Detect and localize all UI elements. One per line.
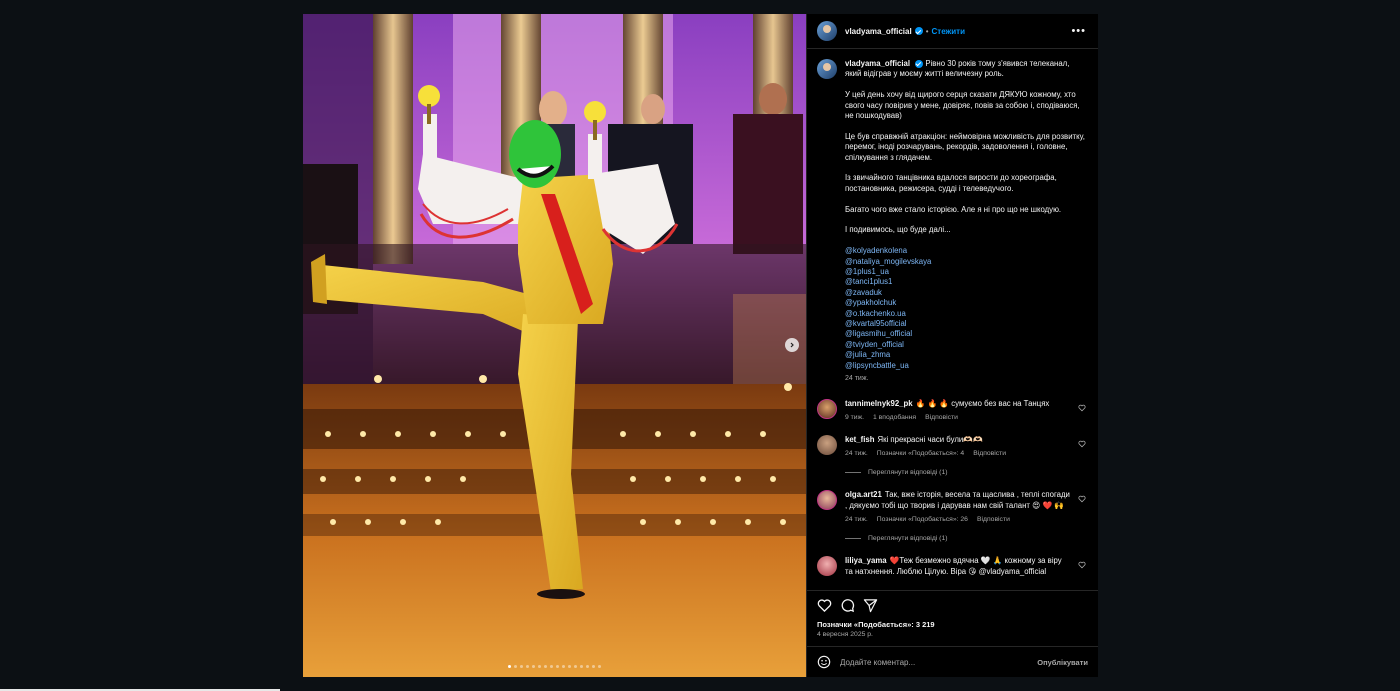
mention-link[interactable]: @zavaduk [845,288,1086,298]
mention-link[interactable]: @ypakholchuk [845,298,1086,308]
comment-timestamp[interactable]: 24 тиж. [845,516,868,523]
post-modal: vladyama_official • Стежити ••• vladyama… [303,14,1098,677]
comment-username[interactable]: ket_fish [845,435,874,444]
caption-paragraph: Це був справжній атракціон: неймовірна м… [845,131,1085,162]
comment-likes-count[interactable]: 1 вподобання [873,414,916,421]
carousel-dot[interactable] [580,665,583,668]
caption-paragraph: Із звичайного танцівника вдалося вирости… [845,173,1057,193]
author-username[interactable]: vladyama_official [845,27,912,36]
carousel-dot[interactable] [574,665,577,668]
publish-button[interactable]: Опублікувати [1037,658,1088,667]
avatar[interactable] [817,59,837,79]
reply-button[interactable]: Відповісти [977,516,1010,523]
mention-link[interactable]: @nataliya_mogilevskaya [845,257,1086,267]
comment-username[interactable]: tannimelnyk92_pk [845,399,913,408]
mention-link[interactable]: @o.tkachenko.ua [845,309,1086,319]
reply-button[interactable]: Відповісти [925,414,958,421]
more-horizontal-icon[interactable]: ••• [1071,25,1086,37]
heart-outline-icon[interactable] [1078,561,1086,569]
comment-timestamp[interactable]: 9 тиж. [845,414,864,421]
next-slide-button[interactable] [785,338,799,352]
carousel-dot[interactable] [556,665,559,668]
caption-paragraph: У цей день хочу від щирого серця сказати… [845,90,1080,121]
carousel-dot[interactable] [550,665,553,668]
verified-badge-icon [915,59,924,68]
carousel-dot[interactable] [520,665,523,668]
heart-outline-icon[interactable] [1078,404,1086,412]
mention-link[interactable]: @ligasmihu_official [845,329,1086,339]
carousel-dot[interactable] [532,665,535,668]
separator-dot: • [925,26,929,36]
comment-text: Які прекрасні часи були🫶🏻🫶🏻 [877,434,983,444]
reply-button[interactable]: Відповісти [973,450,1006,457]
mention-link[interactable]: @kolyadenkolena [845,246,1086,256]
avatar[interactable] [817,21,837,41]
caption-timestamp[interactable]: 24 тиж. [845,374,1086,384]
carousel-dot[interactable] [562,665,565,668]
carousel-dot[interactable] [538,665,541,668]
post-actions [807,590,1098,620]
carousel-dot[interactable] [514,665,517,668]
avatar[interactable] [817,556,837,577]
mention-link[interactable]: @tanci1plus1 [845,277,1086,287]
comment-item: tannimelnyk92_pk 🔥 🔥 🔥 сумуємо без вас на… [817,398,1086,421]
comments-scroll-area[interactable]: vladyama_official Рівно 30 років тому з'… [807,49,1098,590]
caption-tags: @kolyadenkolena @nataliya_mogilevskaya @… [845,246,1086,371]
carousel-dot[interactable] [568,665,571,668]
post-media[interactable] [303,14,806,677]
mention-link[interactable]: @lipsyncbattle_ua [845,361,1086,371]
mention-link[interactable]: @1plus1_ua [845,267,1086,277]
comment-item: liliya_yama ❤️Теж безмежно вдячна 🤍 🙏 кож… [817,556,1086,577]
share-icon[interactable] [863,598,878,613]
mention-link[interactable]: @julia_zhma [845,350,1086,360]
avatar[interactable] [817,434,837,455]
avatar[interactable] [817,398,837,419]
post-photo [303,14,806,677]
avatar[interactable] [817,490,837,511]
view-replies-button[interactable]: Переглянути відповіді (1) [845,469,1086,476]
caption-paragraph: І подивимось, що буде далі... [845,225,951,235]
comment-username[interactable]: olga.art21 [845,490,882,499]
mention-link[interactable]: @tviyden_official [845,340,1086,350]
heart-outline-icon[interactable] [817,598,832,613]
comment-likes-count[interactable]: Позначки «Подобається»: 4 [877,450,964,457]
chevron-right-icon [790,342,794,348]
verified-badge-icon [914,27,923,35]
carousel-indicator [303,665,806,668]
post-header: vladyama_official • Стежити ••• [807,14,1098,49]
mention-link[interactable]: @kvartal95official [845,319,1086,329]
post-caption: vladyama_official Рівно 30 років тому з'… [817,59,1086,385]
comment-text: 🔥 🔥 🔥 сумуємо без вас на Танцях [915,398,1050,408]
comment-icon[interactable] [840,598,855,613]
comment-item: olga.art21 Так, вже історія, весела та ща… [817,490,1086,523]
add-comment-bar: Додайте коментар... Опублікувати [807,646,1098,677]
carousel-dot[interactable] [526,665,529,668]
post-side-panel: vladyama_official • Стежити ••• vladyama… [806,14,1098,677]
caption-paragraph: Багато чого вже стало історією. Але я ні… [845,204,1062,214]
view-replies-button[interactable]: Переглянути відповіді (1) [845,535,1086,542]
follow-button[interactable]: Стежити [932,27,965,36]
comment-item: ket_fish Які прекрасні часи були🫶🏻🫶🏻 24 т… [817,434,1086,457]
carousel-dot[interactable] [544,665,547,668]
comment-likes-count[interactable]: Позначки «Подобається»: 26 [877,516,968,523]
comment-timestamp[interactable]: 24 тиж. [845,450,868,457]
caption-username[interactable]: vladyama_official [845,59,910,68]
carousel-dot[interactable] [508,665,511,668]
carousel-dot[interactable] [586,665,589,668]
comment-input[interactable]: Додайте коментар... [840,658,1028,667]
comment-username[interactable]: liliya_yama [845,556,887,565]
heart-outline-icon[interactable] [1078,495,1086,503]
emoji-icon[interactable] [817,655,831,669]
carousel-dot[interactable] [598,665,601,668]
post-date[interactable]: 4 вересня 2025 р. [807,629,1098,646]
likes-count[interactable]: Позначки «Подобається»: 3 219 [807,620,1098,629]
carousel-dot[interactable] [592,665,595,668]
heart-outline-icon[interactable] [1078,440,1086,448]
